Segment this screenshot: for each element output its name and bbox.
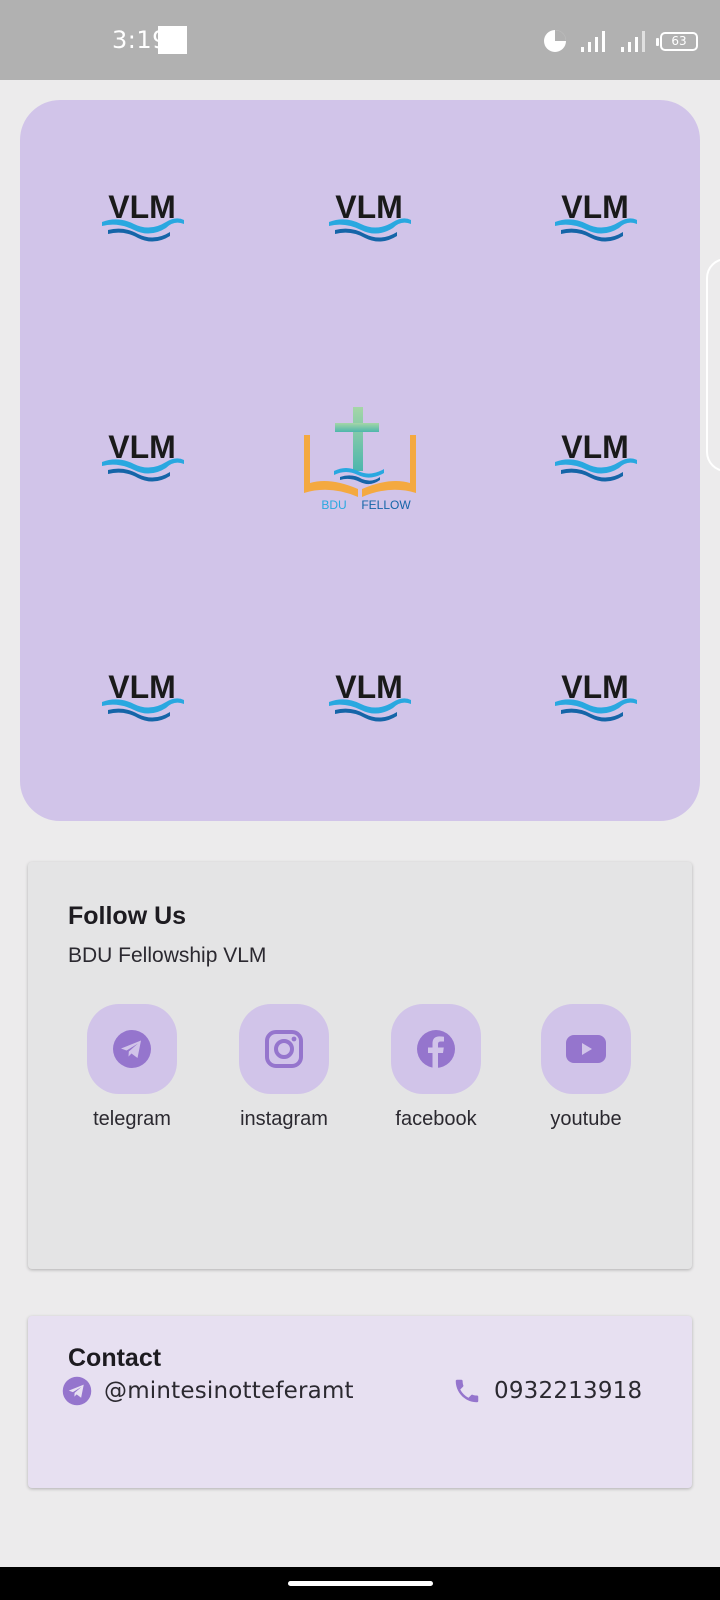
contact-phone[interactable]: 0932213918 [452,1376,642,1406]
facebook-link[interactable]: facebook [366,1004,506,1131]
youtube-icon [566,1035,606,1063]
contact-telegram[interactable]: @mintesinotteferamt [62,1376,354,1406]
instagram-label: instagram [240,1108,328,1130]
follow-us-card: Follow Us BDU Fellowship VLM telegram in… [28,862,692,1269]
follow-title: Follow Us [68,902,187,930]
telegram-button[interactable] [87,1004,177,1094]
telegram-label: telegram [93,1108,171,1130]
edge-panel-handle[interactable] [706,258,720,472]
youtube-label: youtube [550,1108,622,1130]
contact-card: Contact @mintesinotteferamt 0932213918 [28,1316,692,1488]
facebook-icon [417,1030,455,1068]
status-bar: 3:19 63 [0,0,720,80]
youtube-button[interactable] [541,1004,631,1094]
fellow-logo-text: FELLOW [361,498,411,512]
data-saver-icon [544,30,566,52]
home-gesture-handle[interactable] [288,1581,433,1586]
youtube-link[interactable]: youtube [516,1004,656,1131]
vlm-logo: VLM [321,668,417,728]
bdu-logo-text: BDU [321,498,346,512]
instagram-link[interactable]: instagram [214,1004,354,1131]
notification-placeholder-icon [158,26,187,54]
facebook-label: facebook [395,1108,477,1130]
signal-icon [621,31,645,52]
phone-number: 0932213918 [494,1378,643,1404]
follow-subtitle: BDU Fellowship VLM [68,944,267,967]
social-links: telegram instagram facebook youtube [68,1004,668,1144]
contact-title: Contact [68,1344,162,1372]
phone-icon [455,1379,479,1403]
vlm-logo: VLM [547,428,643,488]
signal-icon [581,31,605,52]
hero-banner: VLM VLM VLM VLM BDU FELLOW VLM VLM VLM V… [20,100,700,821]
vlm-logo: VLM [547,668,643,728]
telegram-icon [62,1376,92,1406]
instagram-icon [265,1030,303,1068]
telegram-handle: @mintesinotteferamt [104,1378,354,1404]
vlm-logo: VLM [547,188,643,248]
vlm-logo: VLM [94,668,190,728]
facebook-button[interactable] [391,1004,481,1094]
battery-icon: 63 [656,31,698,51]
navigation-bar [0,1567,720,1600]
bdu-fellowship-logo: BDU FELLOW [300,405,420,515]
vlm-logo: VLM [94,428,190,488]
vlm-logo: VLM [321,188,417,248]
vlm-logo: VLM [94,188,190,248]
telegram-icon [113,1030,151,1068]
status-icons: 63 [542,26,698,56]
instagram-button[interactable] [239,1004,329,1094]
telegram-link[interactable]: telegram [62,1004,202,1131]
